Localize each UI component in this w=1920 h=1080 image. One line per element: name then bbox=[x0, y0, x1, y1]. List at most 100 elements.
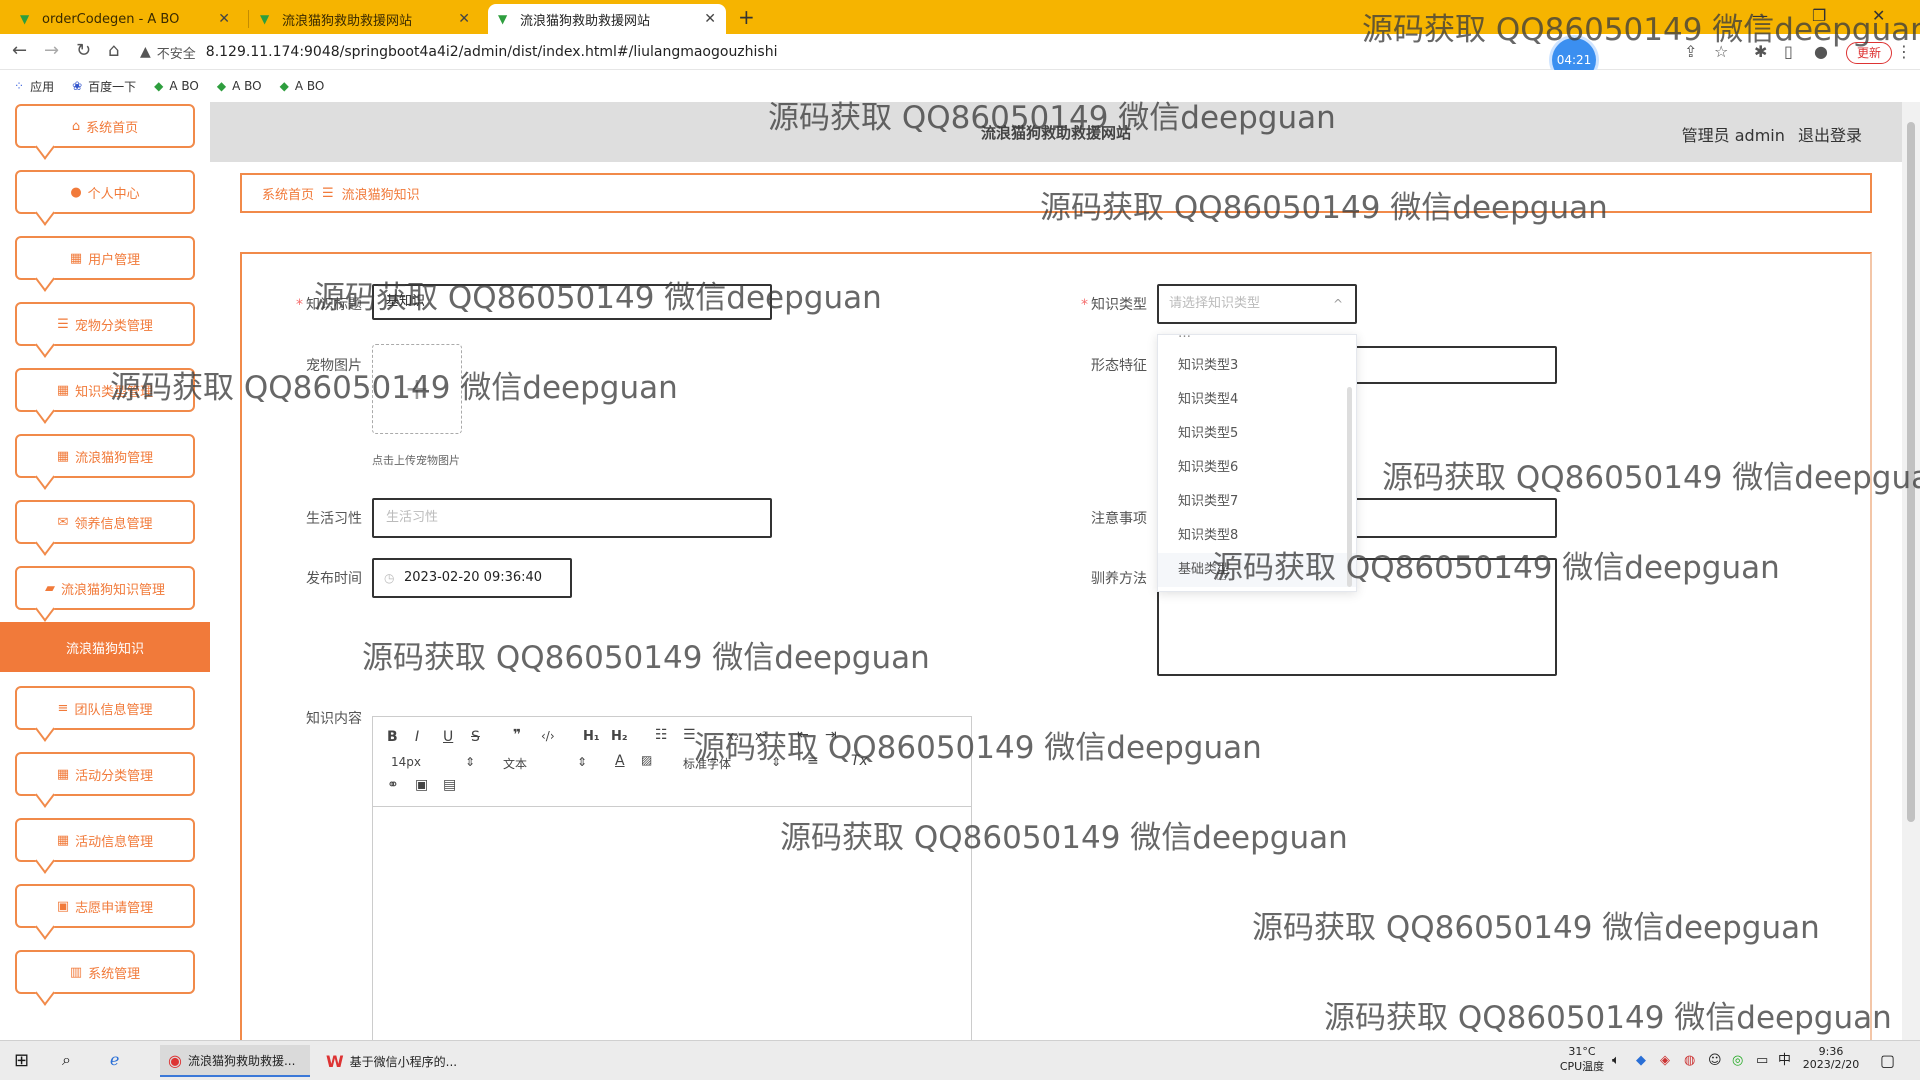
search-icon[interactable]: ⌕ bbox=[62, 1050, 71, 1070]
network-icon[interactable]: ▭ bbox=[1756, 1041, 1768, 1080]
page-scrollbar[interactable] bbox=[1902, 102, 1920, 1040]
update-button[interactable]: 更新 bbox=[1846, 42, 1893, 64]
sidebar-item-pet-category[interactable]: ☰ 宠物分类管理 bbox=[15, 302, 195, 346]
dropdown-option[interactable]: 知识类型6 bbox=[1158, 451, 1356, 485]
ie-browser-icon[interactable]: ℯ bbox=[110, 1050, 119, 1069]
menu-dots-icon[interactable]: ⋮ bbox=[1896, 42, 1912, 61]
security-icon[interactable]: ◈ bbox=[1660, 1041, 1670, 1080]
minimize-icon[interactable]: — bbox=[1752, 6, 1768, 25]
url-field[interactable]: ▲ 不安全 8.129.11.174:9048/springboot4a4i2/… bbox=[140, 38, 1640, 66]
wechat-icon[interactable]: ◎ bbox=[1732, 1041, 1743, 1080]
clock[interactable]: 9:36 2023/2/20 bbox=[1796, 1041, 1866, 1080]
notification-icon[interactable]: ▢ bbox=[1880, 1041, 1895, 1080]
bookmark-abo[interactable]: ◆ A BO bbox=[280, 79, 325, 93]
home-icon[interactable]: ⌂ bbox=[108, 40, 119, 61]
sidebar-item-profile[interactable]: ● 个人中心 bbox=[15, 170, 195, 214]
type-select[interactable]: 请选择知识类型 ^ bbox=[1157, 284, 1357, 324]
bold-icon[interactable]: B bbox=[387, 729, 398, 745]
dropdown-option[interactable]: 知识类型5 bbox=[1158, 417, 1356, 451]
taskbar-app-wps[interactable]: W 基于微信小程序的... bbox=[318, 1045, 468, 1077]
h2-icon[interactable]: H₂ bbox=[611, 729, 628, 744]
font-family-select[interactable]: 标准字体 bbox=[683, 755, 731, 772]
dropdown-scrollbar[interactable] bbox=[1347, 387, 1352, 587]
logout-link[interactable]: 退出登录 bbox=[1798, 126, 1862, 145]
sidebar-item-users[interactable]: ▦ 用户管理 bbox=[15, 236, 195, 280]
scrollbar-thumb[interactable] bbox=[1907, 122, 1915, 822]
back-arrow-icon[interactable]: ← bbox=[12, 40, 27, 61]
indent-icon[interactable]: ⇥ bbox=[825, 727, 837, 743]
code-icon[interactable]: ‹/› bbox=[541, 729, 555, 743]
dropdown-option[interactable]: 知识类型8 bbox=[1158, 519, 1356, 553]
italic-icon[interactable]: I bbox=[415, 729, 419, 745]
forward-arrow-icon[interactable]: → bbox=[44, 40, 59, 61]
clear-format-icon[interactable]: Tx bbox=[851, 753, 868, 769]
qq-icon[interactable]: ☺ bbox=[1708, 1041, 1722, 1080]
align-icon[interactable]: ≡ bbox=[807, 753, 819, 769]
sidebar-item-knowledge-type[interactable]: ▦ 知识类型管理 bbox=[15, 368, 195, 412]
font-color-icon[interactable]: A bbox=[615, 753, 625, 769]
dropdown-option[interactable]: 知识类型4 bbox=[1158, 383, 1356, 417]
link-icon[interactable]: ⚭ bbox=[387, 777, 399, 793]
volume-icon[interactable]: 🔈︎ bbox=[1612, 1041, 1620, 1080]
taskbar-app-chrome[interactable]: ◉ 流浪猫狗救助救援... bbox=[160, 1045, 310, 1077]
windows-start-icon[interactable]: ⊞ bbox=[14, 1050, 29, 1071]
title-input[interactable]: 基知识 bbox=[372, 284, 772, 320]
font-size-select[interactable]: 14px bbox=[391, 755, 421, 769]
browser-tab[interactable]: ▼ orderCodegen - A BO ✕ bbox=[10, 4, 240, 34]
sidepanel-icon[interactable]: ▯ bbox=[1784, 42, 1793, 61]
strike-icon[interactable]: S bbox=[471, 729, 480, 745]
sidebar-item-adoption[interactable]: ✉ 领养信息管理 bbox=[15, 500, 195, 544]
share-icon[interactable]: ⇪ bbox=[1684, 42, 1697, 61]
quote-icon[interactable]: ❞ bbox=[513, 727, 521, 743]
tray-app-icon[interactable]: ◍ bbox=[1684, 1041, 1695, 1080]
sidebar-item-home[interactable]: ⌂ 系统首页 bbox=[15, 104, 195, 148]
extensions-icon[interactable]: ✱ bbox=[1754, 42, 1767, 61]
tray-app-icon[interactable]: ◆ bbox=[1636, 1041, 1646, 1080]
browser-tab[interactable]: ▼ 流浪猫狗救助救援网站 ✕ bbox=[250, 4, 480, 34]
sidebar-item-system[interactable]: ▥ 系统管理 bbox=[15, 950, 195, 994]
sidebar-item-stray-animals[interactable]: ▦ 流浪猫狗管理 bbox=[15, 434, 195, 478]
bookmark-abo[interactable]: ◆ A BO bbox=[217, 79, 262, 93]
ime-indicator[interactable]: 中 bbox=[1778, 1041, 1791, 1080]
close-icon[interactable]: ✕ bbox=[458, 11, 470, 27]
sidebar-item-knowledge-manage[interactable]: ▰ 流浪猫狗知识管理 bbox=[15, 566, 195, 610]
sidebar-item-activity-info[interactable]: ▦ 活动信息管理 bbox=[15, 818, 195, 862]
breadcrumb-home[interactable]: 系统首页 bbox=[262, 184, 314, 203]
dropdown-option[interactable]: 知识类型7 bbox=[1158, 485, 1356, 519]
profile-icon[interactable]: ● bbox=[1814, 42, 1828, 61]
background-color-icon[interactable]: ▨ bbox=[641, 753, 652, 767]
bookmark-abo[interactable]: ◆ A BO bbox=[154, 79, 199, 93]
browser-tab-active[interactable]: ▼ 流浪猫狗救助救援网站 ✕ bbox=[488, 4, 726, 34]
underline-icon[interactable]: U bbox=[443, 729, 453, 745]
outdent-icon[interactable]: ⇤ bbox=[797, 727, 809, 743]
bullet-list-icon[interactable]: ☰ bbox=[683, 727, 696, 743]
close-icon[interactable]: ✕ bbox=[218, 11, 230, 27]
user-area: 管理员 admin 退出登录 bbox=[1674, 122, 1862, 146]
sidebar-item-team[interactable]: ≡ 团队信息管理 bbox=[15, 686, 195, 730]
sidebar-item-activity-category[interactable]: ▦ 活动分类管理 bbox=[15, 752, 195, 796]
bookmark-baidu[interactable]: ❀ 百度一下 bbox=[72, 78, 136, 95]
close-icon[interactable]: ✕ bbox=[704, 11, 716, 27]
publish-time-picker[interactable]: ◷ 2023-02-20 09:36:40 bbox=[372, 558, 572, 598]
maximize-icon[interactable]: ❐ bbox=[1812, 6, 1826, 25]
image-upload[interactable]: + bbox=[372, 344, 462, 434]
sidebar-item-volunteer[interactable]: ▣ 志愿申请管理 bbox=[15, 884, 195, 928]
habit-input[interactable]: 生活习性 bbox=[372, 498, 772, 538]
reload-icon[interactable]: ↻ bbox=[76, 40, 91, 61]
paragraph-select[interactable]: 文本 bbox=[503, 755, 527, 772]
bookmark-apps[interactable]: ⁘ 应用 bbox=[14, 78, 54, 95]
subscript-icon[interactable]: x₂ bbox=[727, 729, 739, 743]
superscript-icon[interactable]: x² bbox=[755, 729, 767, 743]
chrome-icon: ◉ bbox=[168, 1050, 182, 1070]
dropdown-option-hovered[interactable]: 基础类型 bbox=[1158, 553, 1356, 587]
h1-icon[interactable]: H₁ bbox=[583, 729, 600, 744]
sidebar-subitem-knowledge-active[interactable]: 流浪猫狗知识 bbox=[0, 622, 210, 672]
ordered-list-icon[interactable]: ☷ bbox=[655, 727, 668, 743]
dropdown-option[interactable]: 知识类型3 bbox=[1158, 349, 1356, 383]
vue-logo-icon: ▼ bbox=[260, 12, 270, 26]
new-tab-plus-icon[interactable]: + bbox=[738, 4, 755, 30]
video-icon[interactable]: ▤ bbox=[443, 777, 456, 793]
star-icon[interactable]: ☆ bbox=[1714, 42, 1728, 61]
image-icon[interactable]: ▣ bbox=[415, 777, 428, 793]
close-window-icon[interactable]: ✕ bbox=[1872, 6, 1885, 25]
